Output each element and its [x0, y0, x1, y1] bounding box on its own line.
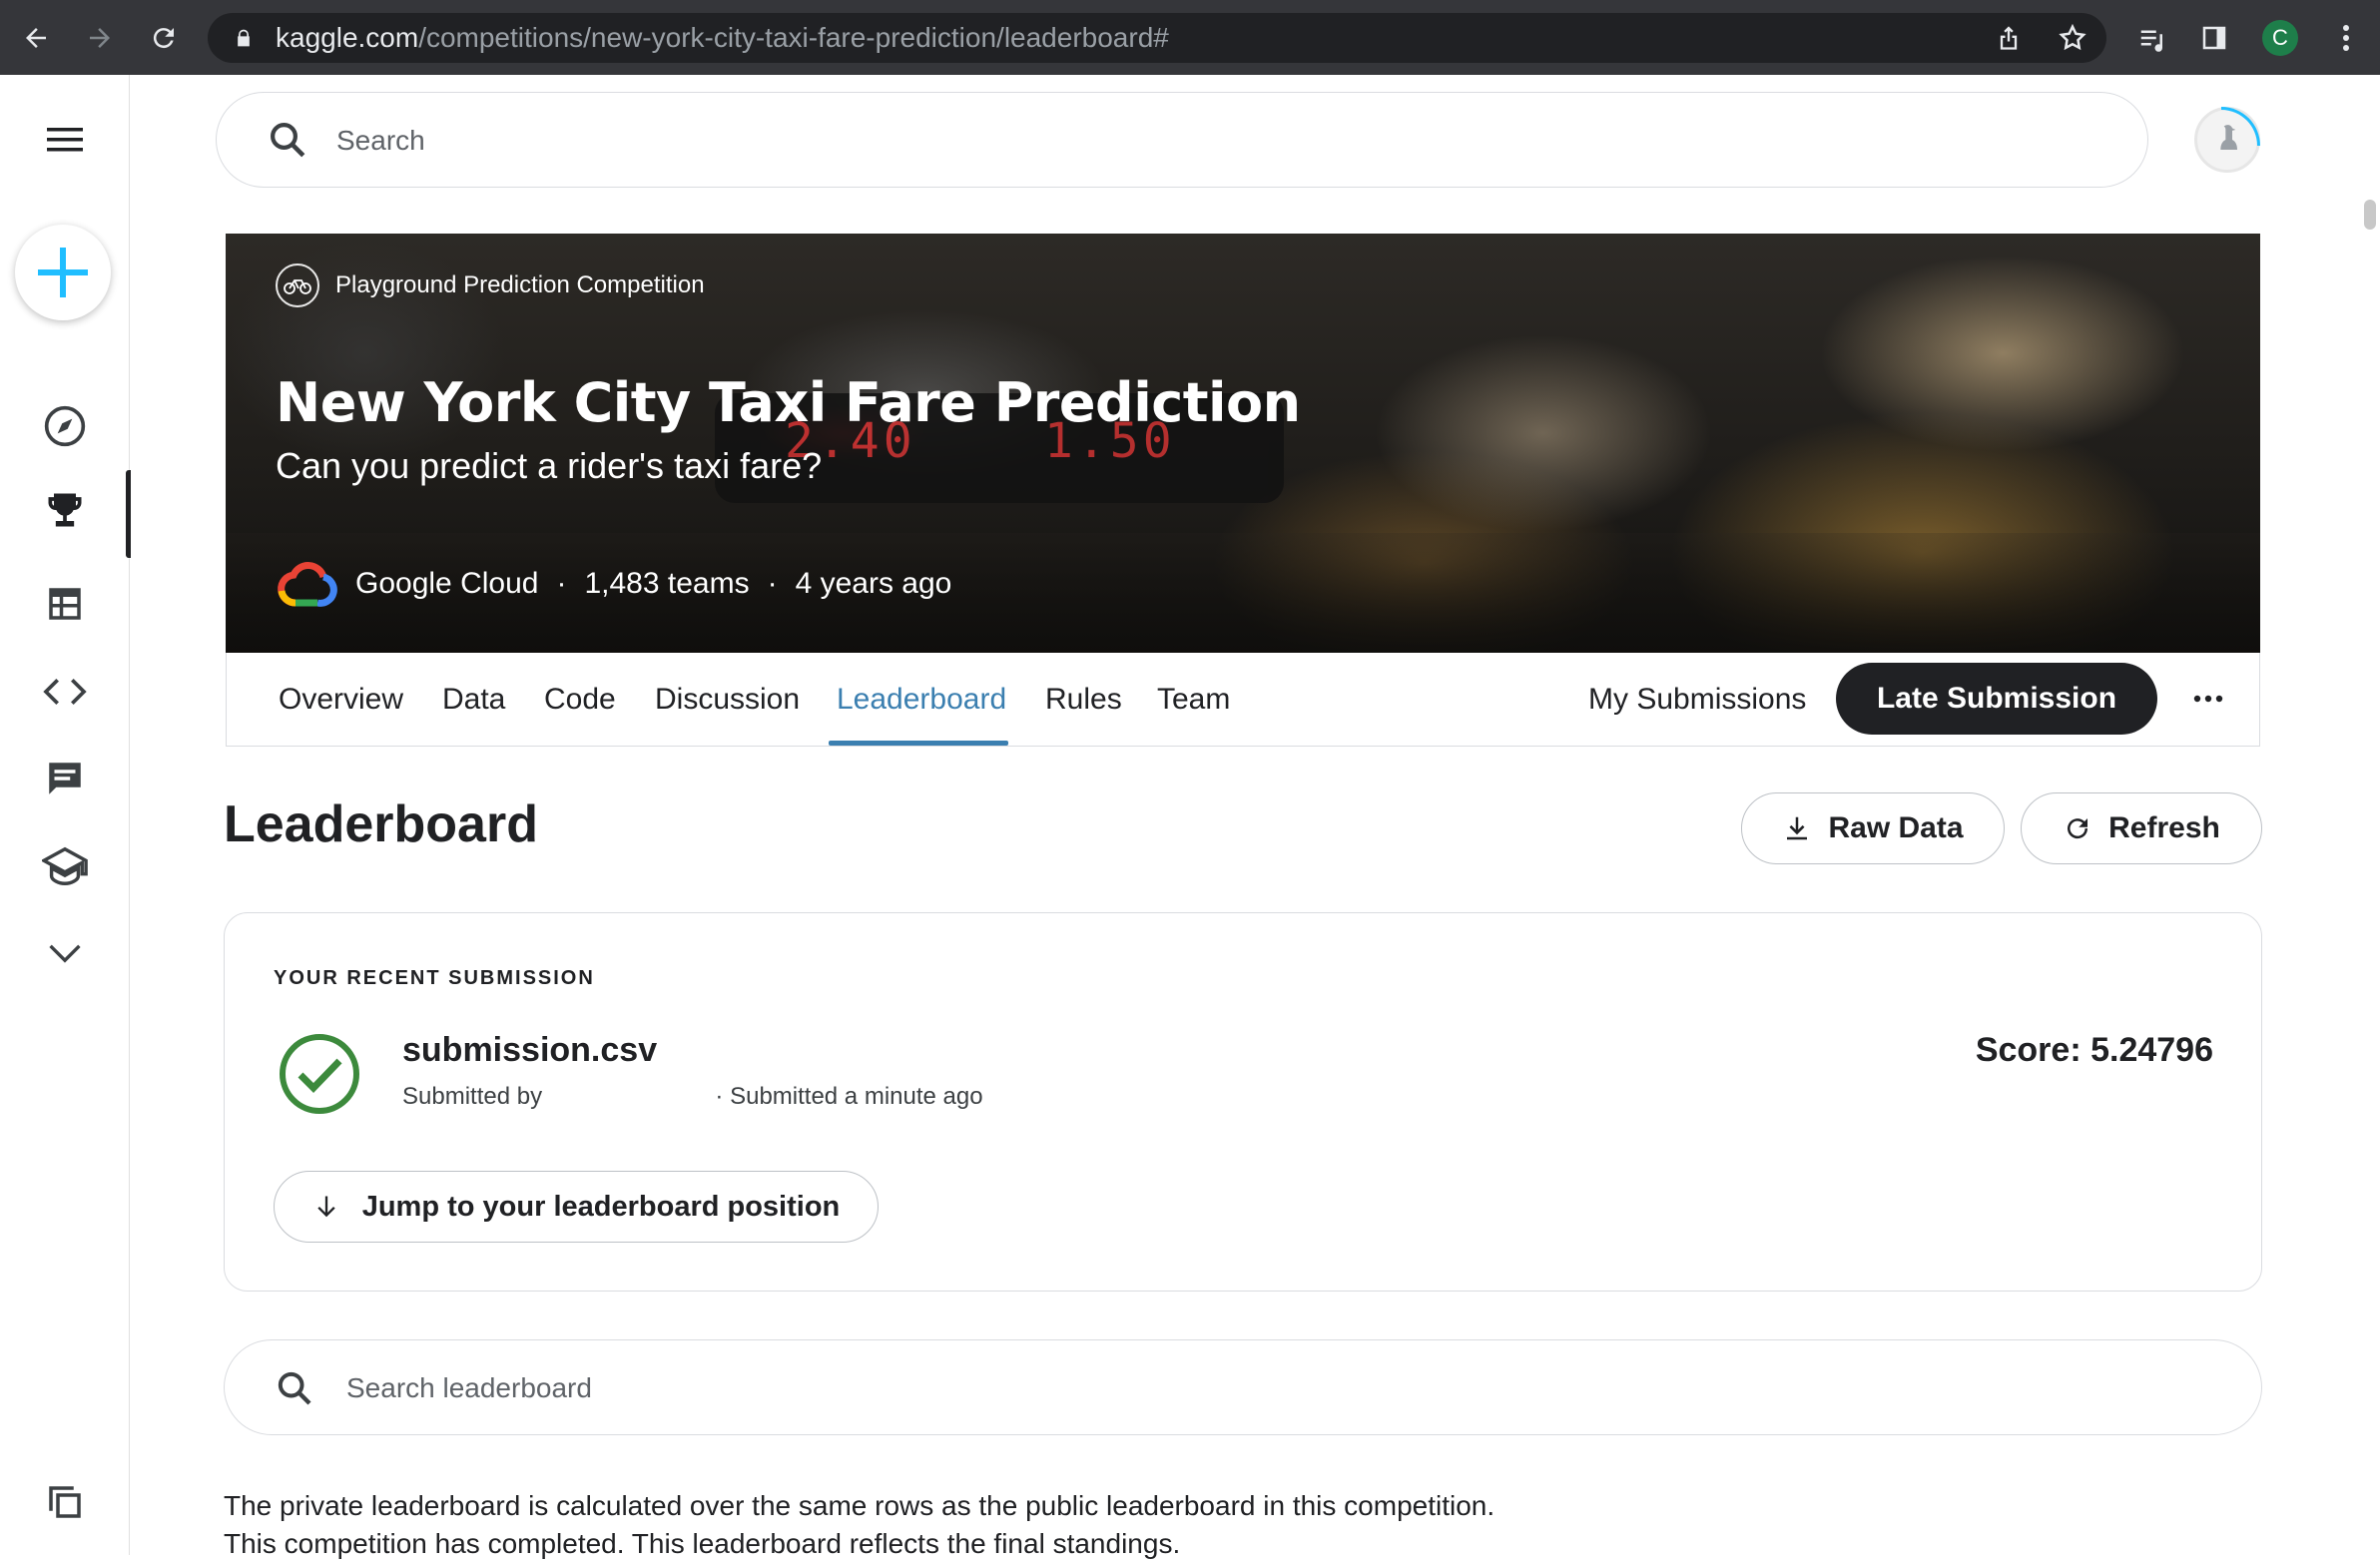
address-bar[interactable]: kaggle.com/competitions/new-york-city-ta… [208, 13, 2106, 63]
bicycle-icon [276, 263, 319, 307]
page-scrollbar[interactable] [2364, 200, 2376, 230]
share-icon[interactable] [1989, 18, 2029, 58]
discussion-icon[interactable] [0, 739, 130, 818]
tab-data[interactable]: Data [442, 683, 505, 717]
more-options-icon[interactable] [2183, 677, 2233, 721]
learn-icon[interactable] [0, 826, 130, 906]
active-tab-indicator [829, 741, 1008, 746]
download-icon [1787, 816, 1808, 840]
competition-subtitle: Can you predict a rider's taxi fare? [276, 445, 823, 486]
jump-to-position-button[interactable]: Jump to your leaderboard position [274, 1171, 879, 1243]
chevron-down-icon[interactable] [0, 913, 130, 993]
submission-score: Score: 5.24796 [1975, 1031, 2213, 1069]
table-icon[interactable] [0, 564, 130, 644]
competition-title: New York City Taxi Fare Prediction [276, 371, 1301, 434]
late-submission-button[interactable]: Late Submission [1836, 663, 2157, 735]
my-submissions-link[interactable]: My Submissions [1588, 683, 1806, 717]
create-button[interactable] [15, 225, 111, 320]
competition-tabs: Overview Data Code Discussion Leaderboar… [226, 653, 2260, 747]
side-panel-icon[interactable] [2194, 18, 2234, 58]
leaderboard-search-input[interactable]: Search leaderboard [224, 1339, 2262, 1435]
user-avatar[interactable] [2194, 107, 2260, 173]
tab-discussion[interactable]: Discussion [655, 683, 800, 717]
team-count: 1,483 teams [584, 567, 750, 600]
left-navigation-rail [0, 75, 131, 1555]
trophy-icon[interactable] [0, 470, 131, 558]
refresh-button[interactable]: Refresh [2021, 792, 2262, 864]
goose-avatar-icon [2220, 125, 2237, 150]
tab-rules[interactable]: Rules [1045, 683, 1122, 717]
profile-avatar[interactable]: C [2262, 20, 2298, 56]
raw-data-button[interactable]: Raw Data [1741, 792, 2005, 864]
recent-submission-card: YOUR RECENT SUBMISSION submission.csv Su… [224, 912, 2262, 1292]
back-icon[interactable] [16, 18, 56, 58]
host-name[interactable]: Google Cloud [355, 567, 538, 601]
page-title: Leaderboard [224, 795, 538, 853]
leaderboard-search-placeholder: Search leaderboard [346, 1372, 592, 1403]
browser-toolbar: kaggle.com/competitions/new-york-city-ta… [0, 0, 2380, 75]
competition-meta: Google Cloud · 1,483 teams · 4 years ago [276, 559, 951, 609]
forward-icon[interactable] [80, 18, 120, 58]
search-placeholder: Search [336, 125, 425, 156]
lock-icon [238, 29, 250, 47]
tab-overview[interactable]: Overview [279, 683, 403, 717]
tab-code[interactable]: Code [544, 683, 616, 717]
code-icon[interactable] [0, 652, 130, 732]
kebab-menu-icon[interactable] [2326, 18, 2366, 58]
site-search-input[interactable]: Search [216, 92, 2148, 188]
bookmark-star-icon[interactable] [2053, 18, 2092, 58]
url-text: kaggle.com/competitions/new-york-city-ta… [276, 22, 1169, 53]
search-icon [271, 123, 305, 158]
success-check-icon [280, 1034, 359, 1114]
search-icon [278, 1371, 311, 1405]
compass-icon[interactable] [0, 386, 130, 466]
google-cloud-logo-icon [278, 562, 337, 607]
competition-age: 4 years ago [795, 567, 952, 600]
submission-details: Submitted by · Submitted a minute ago [402, 1083, 983, 1110]
collapse-panels-icon[interactable] [0, 1462, 130, 1542]
refresh-icon [2068, 818, 2088, 839]
recent-submission-heading: YOUR RECENT SUBMISSION [274, 967, 595, 989]
hamburger-menu-icon[interactable] [0, 100, 130, 180]
leaderboard-info: The private leaderboard is calculated ov… [224, 1490, 1495, 1559]
reading-list-icon[interactable] [2132, 18, 2172, 58]
competition-type: Playground Prediction Competition [276, 263, 705, 307]
arrow-down-icon [317, 1196, 335, 1218]
tab-leaderboard[interactable]: Leaderboard [837, 683, 1006, 717]
reload-icon[interactable] [144, 18, 184, 58]
submission-filename: submission.csv [402, 1031, 658, 1069]
plus-icon [38, 248, 88, 297]
tab-team[interactable]: Team [1157, 683, 1230, 717]
competition-banner: 2.40 1.50 Playground Prediction Competit… [226, 234, 2260, 653]
